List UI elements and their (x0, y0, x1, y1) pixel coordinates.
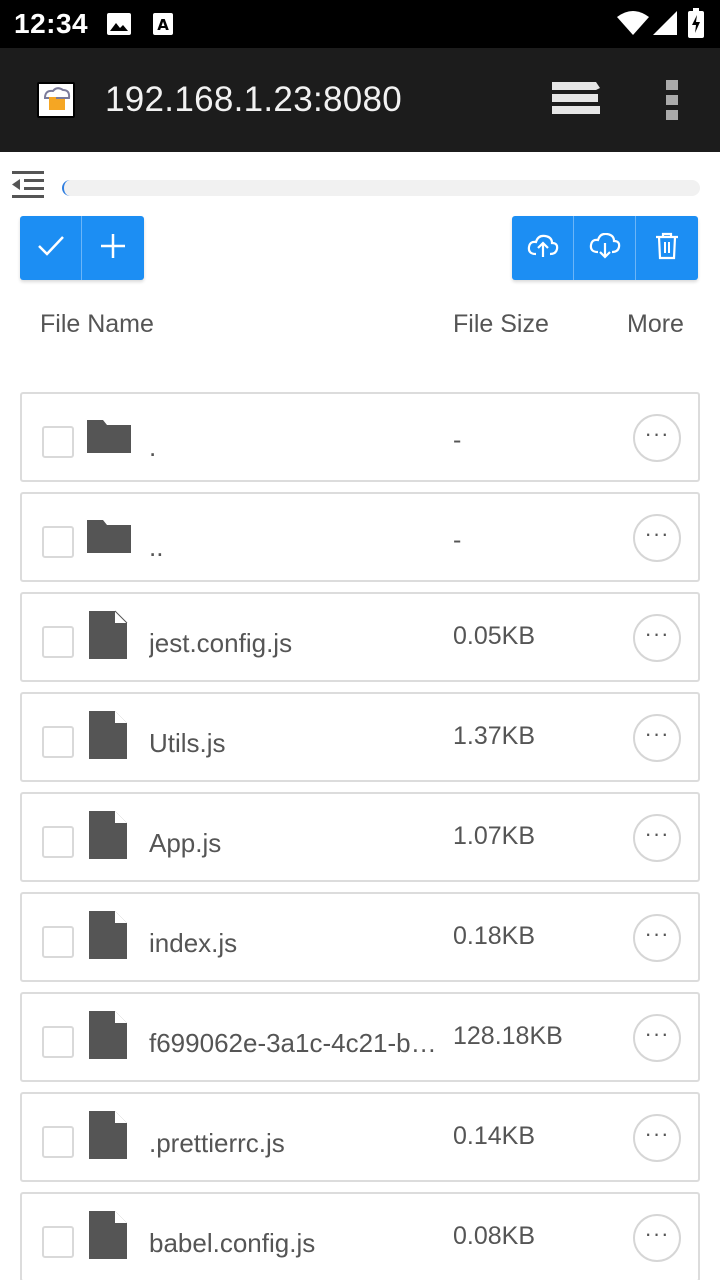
more-options-button[interactable]: ··· (633, 1114, 681, 1162)
trash-icon (655, 232, 679, 265)
folder-icon (86, 416, 132, 459)
upload-button[interactable] (512, 216, 574, 280)
file-icon (88, 1210, 128, 1265)
file-icon (88, 1110, 128, 1165)
more-options-button[interactable]: ··· (633, 1214, 681, 1262)
file-name[interactable]: babel.config.js (149, 1228, 451, 1259)
collapse-menu-icon[interactable] (12, 170, 46, 203)
image-icon (106, 12, 132, 41)
file-icon (88, 710, 128, 765)
server-url: 192.168.1.23:8080 (105, 80, 403, 119)
file-row[interactable]: jest.config.js 0.05KB ··· (20, 592, 700, 682)
cloud-upload-icon (527, 233, 559, 264)
status-time: 12:34 (14, 8, 89, 39)
more-options-button[interactable]: ··· (633, 714, 681, 762)
selection-button-group (20, 216, 144, 280)
signal-icon (652, 10, 678, 41)
layers-icon[interactable] (550, 78, 602, 127)
file-size: 1.37KB (453, 722, 536, 750)
row-checkbox[interactable] (42, 826, 74, 858)
file-name[interactable]: .. (149, 532, 451, 563)
file-size: 0.08KB (453, 1222, 536, 1250)
battery-icon (688, 8, 704, 43)
file-size: 0.05KB (453, 622, 536, 650)
file-name[interactable]: jest.config.js (149, 628, 451, 659)
file-name[interactable]: App.js (149, 828, 451, 859)
column-header-size[interactable]: File Size (453, 310, 549, 339)
file-size: - (453, 426, 462, 454)
a-text-icon: A (152, 12, 174, 41)
file-icon (88, 910, 128, 965)
more-options-button[interactable]: ··· (633, 814, 681, 862)
new-button[interactable] (82, 216, 144, 280)
row-checkbox[interactable] (42, 1026, 74, 1058)
file-icon (88, 1010, 128, 1065)
folder-icon (86, 516, 132, 559)
more-vert-icon[interactable] (664, 78, 680, 127)
file-name[interactable]: .prettierrc.js (149, 1128, 451, 1159)
path-bar (0, 152, 720, 216)
more-options-button[interactable]: ··· (633, 414, 681, 462)
delete-button[interactable] (636, 216, 698, 280)
file-row[interactable]: Utils.js 1.37KB ··· (20, 692, 700, 782)
file-size: - (453, 526, 462, 554)
row-checkbox[interactable] (42, 1226, 74, 1258)
file-row[interactable]: . - ··· (20, 392, 700, 482)
column-headers: File Name File Size More (0, 310, 720, 346)
status-bar: 12:34 A (0, 0, 720, 48)
row-checkbox[interactable] (42, 926, 74, 958)
file-name[interactable]: f699062e-3a1c-4c21-b… (149, 1028, 451, 1059)
file-action-button-group (512, 216, 698, 280)
file-row[interactable]: f699062e-3a1c-4c21-b… 128.18KB ··· (20, 992, 700, 1082)
svg-text:A: A (157, 16, 169, 34)
file-row[interactable]: .prettierrc.js 0.14KB ··· (20, 1092, 700, 1182)
file-size: 0.18KB (453, 922, 536, 950)
file-icon (88, 610, 128, 665)
app-bar: 192.168.1.23:8080 (0, 48, 720, 152)
plus-icon (100, 233, 126, 264)
path-input[interactable] (62, 180, 700, 196)
more-options-button[interactable]: ··· (633, 614, 681, 662)
file-size: 0.14KB (453, 1122, 536, 1150)
file-size: 128.18KB (453, 1022, 563, 1050)
check-icon (36, 234, 66, 263)
row-checkbox[interactable] (42, 626, 74, 658)
more-options-button[interactable]: ··· (633, 914, 681, 962)
file-name[interactable]: index.js (149, 928, 451, 959)
file-name[interactable]: Utils.js (149, 728, 451, 759)
file-size: 1.07KB (453, 822, 536, 850)
column-header-name[interactable]: File Name (40, 310, 154, 339)
file-name[interactable]: . (149, 432, 451, 463)
more-options-button[interactable]: ··· (633, 514, 681, 562)
file-icon (88, 810, 128, 865)
column-header-more: More (627, 310, 684, 338)
file-row[interactable]: .. - ··· (20, 492, 700, 582)
file-row[interactable]: index.js 0.18KB ··· (20, 892, 700, 982)
select-all-button[interactable] (20, 216, 82, 280)
row-checkbox[interactable] (42, 726, 74, 758)
row-checkbox[interactable] (42, 1126, 74, 1158)
row-checkbox[interactable] (42, 526, 74, 558)
row-checkbox[interactable] (42, 426, 74, 458)
file-row[interactable]: App.js 1.07KB ··· (20, 792, 700, 882)
download-button[interactable] (574, 216, 636, 280)
app-cloud-folder-icon (37, 82, 75, 118)
more-options-button[interactable]: ··· (633, 1014, 681, 1062)
wifi-icon (616, 10, 650, 41)
cloud-download-icon (589, 232, 621, 264)
file-row[interactable]: babel.config.js 0.08KB ··· (20, 1192, 700, 1280)
